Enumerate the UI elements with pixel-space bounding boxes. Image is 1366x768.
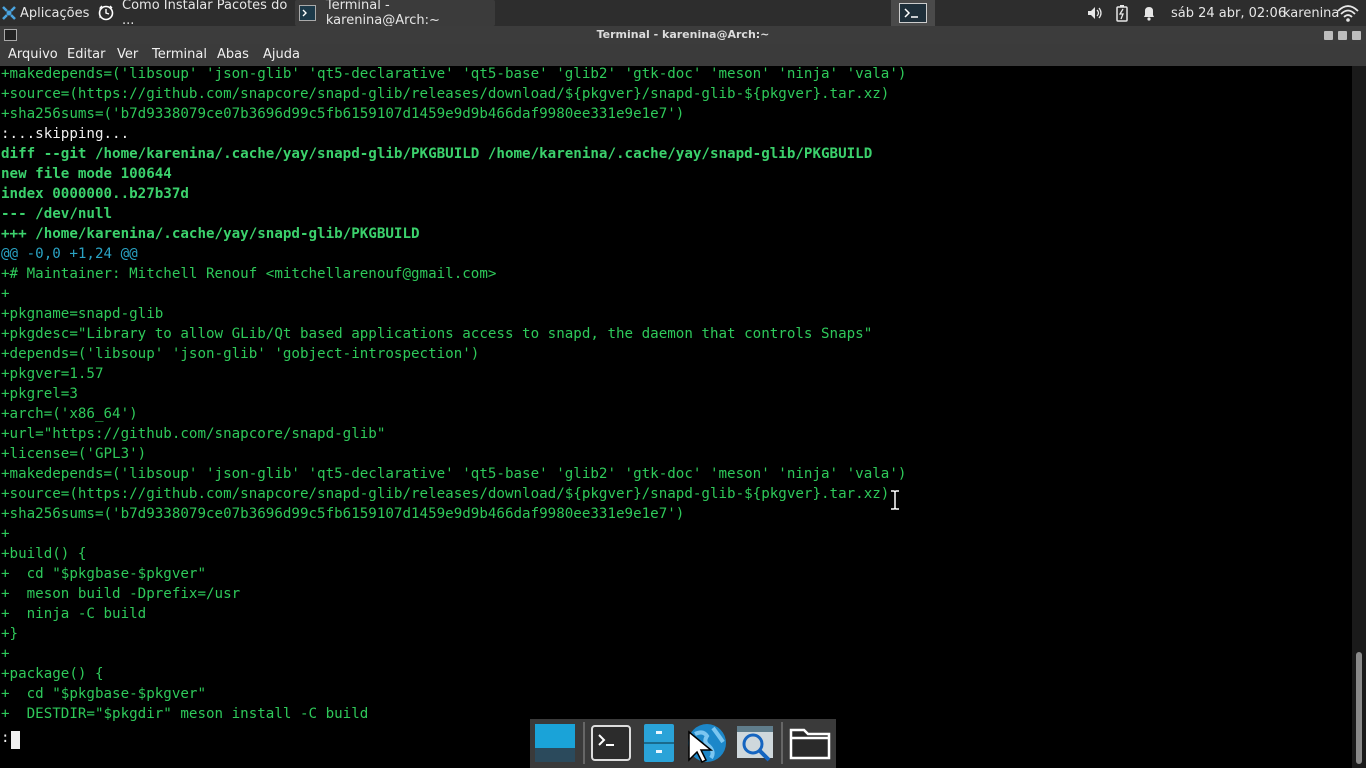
- ibeam-cursor-icon: [890, 490, 900, 514]
- terminal-line: +: [1, 526, 10, 542]
- terminal-icon[interactable]: [590, 722, 632, 764]
- menu-editar[interactable]: Editar: [67, 47, 106, 62]
- top-panel: Aplicações ⋮ Como Instalar Pacotes do ..…: [0, 0, 1366, 28]
- terminal-line: +pkgdesc="Library to allow GLib/Qt based…: [1, 326, 873, 342]
- taskbar-button-label: Terminal - karenina@Arch:~: [325, 0, 440, 28]
- applications-menu[interactable]: Aplicações ⋮: [2, 0, 106, 26]
- terminal-line: + cd "$pkgbase-$pkgver": [1, 686, 206, 702]
- close-button[interactable]: [1352, 31, 1361, 40]
- terminal-line: index 0000000..b27b37d: [1, 186, 189, 202]
- battery-icon[interactable]: [1115, 0, 1129, 26]
- taskbar-button-terminal[interactable]: Terminal - karenina@Arch:~: [295, 0, 495, 28]
- minimize-button[interactable]: [1324, 31, 1333, 40]
- firefox-icon: [98, 5, 114, 21]
- terminal-line: + cd "$pkgbase-$pkgver": [1, 566, 206, 582]
- terminal-line: +pkgver=1.57: [1, 366, 104, 382]
- terminal-line: +makedepends=('libsoup' 'json-glib' 'qt5…: [1, 466, 907, 482]
- terminal-line: +: [1, 646, 10, 662]
- menu-ajuda[interactable]: Ajuda: [263, 47, 300, 62]
- text-cursor: [11, 731, 20, 749]
- wifi-icon[interactable]: [1336, 0, 1360, 26]
- dock-separator: [781, 722, 783, 764]
- dock-separator: [583, 722, 585, 764]
- terminal-line: @@ -0,0 +1,24 @@: [1, 246, 138, 262]
- applications-menu-label: Aplicações: [20, 5, 90, 21]
- terminal-line: +pkgrel=3: [1, 386, 78, 402]
- terminal-line: +}: [1, 626, 19, 642]
- app-finder-icon[interactable]: [735, 722, 775, 764]
- terminal-line: + meson build -Dprefix=/usr: [1, 586, 241, 602]
- terminal-line: +makedepends=('libsoup' 'json-glib' 'qt5…: [1, 66, 907, 82]
- terminal-line: +package() {: [1, 666, 104, 682]
- terminal-line: +++ /home/karenina/.cache/yay/snapd-glib…: [1, 226, 420, 242]
- workspace-terminal-button[interactable]: [891, 0, 935, 26]
- terminal-line: +build() {: [1, 546, 87, 562]
- terminal-line: +arch=('x86_64'): [1, 406, 138, 422]
- terminal-icon: [299, 5, 316, 21]
- xfce-mouse-icon: [2, 6, 16, 20]
- show-desktop-icon[interactable]: [534, 722, 576, 764]
- file-cabinet-icon[interactable]: [640, 722, 678, 764]
- terminal-line: +pkgname=snapd-glib: [1, 306, 164, 322]
- terminal-line: new file mode 100644: [1, 166, 172, 182]
- taskbar-button-label: Como Instalar Pacotes do ...: [122, 0, 288, 28]
- dock: [530, 719, 836, 768]
- taskbar-button-browser[interactable]: Como Instalar Pacotes do ...: [93, 0, 293, 28]
- menu-abas[interactable]: Abas: [217, 47, 249, 62]
- terminal-line: diff --git /home/karenina/.cache/yay/sna…: [1, 146, 873, 162]
- menu-terminal[interactable]: Terminal: [152, 47, 207, 62]
- terminal-line: +# Maintainer: Mitchell Renouf <mitchell…: [1, 266, 497, 282]
- terminal-line: +sha256sums=('b7d9338079ce07b3696d99c5fb…: [1, 506, 685, 522]
- terminal-line: +depends=('libsoup' 'json-glib' 'gobject…: [1, 346, 480, 362]
- terminal-line: --- /dev/null: [1, 206, 113, 222]
- folder-icon[interactable]: [788, 722, 832, 764]
- terminal-line: :...skipping...: [1, 126, 130, 142]
- menubar: Arquivo Editar Ver Terminal Abas Ajuda: [0, 44, 1366, 66]
- terminal-line: +url="https://github.com/snapcore/snapd-…: [1, 426, 386, 442]
- window-titlebar[interactable]: Terminal - karenina@Arch:~: [0, 26, 1366, 44]
- terminal-line: + DESTDIR="$pkgdir" meson install -C bui…: [1, 706, 369, 722]
- user-name[interactable]: karenina: [1283, 0, 1339, 26]
- terminal-output[interactable]: +makedepends=('libsoup' 'json-glib' 'qt5…: [0, 66, 1352, 768]
- terminal-line: +source=(https://github.com/snapcore/sna…: [1, 86, 890, 102]
- terminal-icon: [899, 3, 927, 23]
- maximize-button[interactable]: [1338, 31, 1347, 40]
- terminal-line: +license=('GPL3'): [1, 446, 147, 462]
- menu-ver[interactable]: Ver: [117, 47, 138, 62]
- window-title: Terminal - karenina@Arch:~: [596, 28, 770, 41]
- volume-icon[interactable]: [1086, 0, 1104, 26]
- pager-prompt: :: [1, 730, 10, 746]
- scrollbar-thumb[interactable]: [1356, 652, 1362, 764]
- scrollbar[interactable]: [1352, 66, 1366, 768]
- web-browser-icon[interactable]: [685, 722, 729, 764]
- terminal-line: +sha256sums=('b7d9338079ce07b3696d99c5fb…: [1, 106, 685, 122]
- clock[interactable]: sáb 24 abr, 02:06: [1171, 0, 1286, 26]
- menu-arquivo[interactable]: Arquivo: [8, 47, 58, 62]
- terminal-line: + ninja -C build: [1, 606, 147, 622]
- terminal-line: +: [1, 286, 10, 302]
- notifications-bell-icon[interactable]: [1141, 0, 1157, 26]
- terminal-line: +source=(https://github.com/snapcore/sna…: [1, 486, 890, 502]
